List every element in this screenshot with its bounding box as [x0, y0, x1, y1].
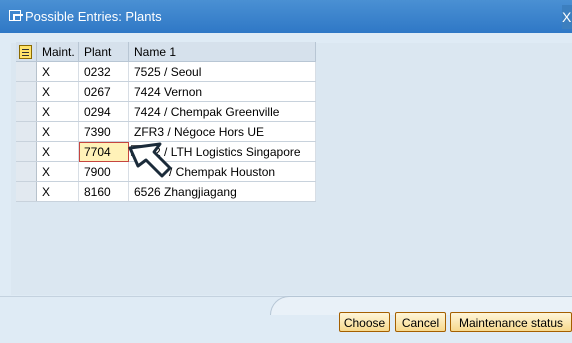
cell-plant-focused[interactable]: 7704	[78, 141, 142, 162]
cell-maint[interactable]: X	[36, 181, 79, 202]
row-selector[interactable]	[16, 121, 37, 142]
pointer-cursor-icon	[128, 142, 172, 178]
column-header-maint[interactable]: Maint.	[36, 42, 79, 62]
column-header-plant[interactable]: Plant	[78, 42, 129, 62]
table-row[interactable]: X 0294 7424 / Chempak Greenville	[16, 101, 316, 122]
row-selector[interactable]	[16, 181, 37, 202]
cell-maint[interactable]: X	[36, 101, 79, 122]
cell-plant[interactable]: 7900	[78, 161, 129, 182]
cell-plant[interactable]: 8160	[78, 181, 129, 202]
table-row[interactable]: X 0232 7525 / Seoul	[16, 61, 316, 82]
select-all-button[interactable]	[16, 42, 37, 62]
row-selector[interactable]	[16, 61, 37, 82]
cell-maint[interactable]: X	[36, 81, 79, 102]
possible-entries-dialog: Possible Entries: Plants X Maint. Plant …	[0, 0, 572, 343]
cancel-button[interactable]: Cancel	[395, 312, 446, 332]
cell-plant[interactable]: 0267	[78, 81, 129, 102]
cell-plant[interactable]: 0294	[78, 101, 129, 122]
window-icon	[9, 10, 23, 21]
cell-name[interactable]: 7525 / Seoul	[128, 61, 316, 82]
column-header-name[interactable]: Name 1	[128, 42, 316, 62]
row-selector[interactable]	[16, 141, 37, 162]
choose-button[interactable]: Choose	[339, 312, 390, 332]
table-header-row: Maint. Plant Name 1	[16, 42, 316, 62]
table-row[interactable]: X 0267 7424 Vernon	[16, 81, 316, 102]
cell-name[interactable]: 7424 Vernon	[128, 81, 316, 102]
cell-name[interactable]: 7424 / Chempak Greenville	[128, 101, 316, 122]
cell-maint[interactable]: X	[36, 121, 79, 142]
cell-plant: 7704	[84, 144, 111, 159]
cell-maint[interactable]: X	[36, 141, 79, 162]
close-button[interactable]: X	[562, 5, 572, 29]
row-selector[interactable]	[16, 161, 37, 182]
cell-plant[interactable]: 0232	[78, 61, 129, 82]
window-title: Possible Entries: Plants	[25, 9, 162, 24]
row-selector[interactable]	[16, 101, 37, 122]
cell-maint[interactable]: X	[36, 61, 79, 82]
cell-maint[interactable]: X	[36, 161, 79, 182]
select-all-icon	[19, 44, 32, 59]
row-selector[interactable]	[16, 81, 37, 102]
title-bar[interactable]: Possible Entries: Plants X	[0, 0, 572, 33]
maintenance-status-button[interactable]: Maintenance status	[450, 312, 572, 332]
cell-plant[interactable]: 7390	[78, 121, 129, 142]
